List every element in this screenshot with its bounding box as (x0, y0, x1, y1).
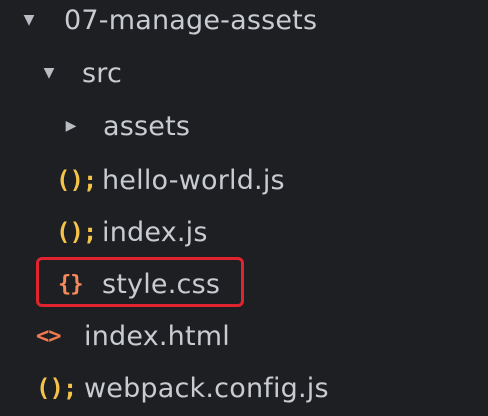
chevron-right-icon[interactable]: ▶ (64, 118, 78, 134)
tree-file-hello-world-js[interactable]: (); hello-world.js (56, 154, 285, 206)
chevron-down-icon[interactable]: ▼ (22, 12, 36, 28)
folder-label: assets (103, 110, 191, 142)
js-file-icon: (); (56, 166, 97, 194)
js-file-icon: (); (56, 218, 97, 246)
folder-label: 07-manage-assets (64, 4, 318, 36)
tree-folder-07-manage-assets[interactable]: ▼ 07-manage-assets (22, 0, 317, 46)
file-explorer-tree: ▼ 07-manage-assets ▼ src ▶ assets (); he… (0, 0, 488, 416)
tree-file-index-js[interactable]: (); index.js (56, 206, 208, 258)
file-label: style.css (102, 268, 221, 300)
tree-file-webpack-config-js[interactable]: (); webpack.config.js (36, 362, 329, 414)
tree-file-style-css[interactable]: {} style.css (58, 258, 220, 310)
tree-file-index-html[interactable]: <> index.html (36, 310, 230, 362)
js-file-icon: (); (36, 374, 77, 402)
file-label: hello-world.js (102, 164, 285, 196)
folder-label: src (82, 57, 123, 89)
file-label: index.html (84, 320, 230, 352)
tree-folder-src[interactable]: ▼ src (42, 47, 122, 99)
css-file-icon: {} (58, 271, 84, 297)
html-file-icon: <> (36, 323, 62, 349)
chevron-down-icon[interactable]: ▼ (42, 65, 56, 81)
file-label: index.js (102, 216, 208, 248)
file-label: webpack.config.js (84, 372, 329, 404)
tree-folder-assets[interactable]: ▶ assets (64, 100, 190, 152)
